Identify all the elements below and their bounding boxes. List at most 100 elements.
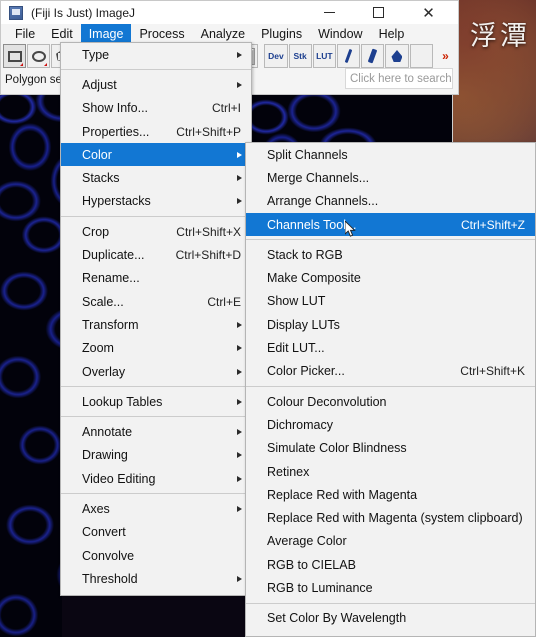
submenu-arrow-icon: [237, 151, 242, 158]
image-menu-item-crop[interactable]: Crop Ctrl+Shift+X: [61, 220, 251, 243]
menu-item-label: Convert: [82, 525, 126, 540]
menu-item-shortcut: Ctrl+Shift+X: [176, 224, 241, 239]
more-tools-icon[interactable]: »: [434, 44, 457, 68]
color-submenu-item-display-luts[interactable]: Display LUTs: [246, 313, 535, 336]
image-menu-item-lookup-tables[interactable]: Lookup Tables: [61, 390, 251, 413]
color-submenu-item-channels-tool[interactable]: Channels Tool... Ctrl+Shift+Z: [246, 212, 535, 237]
lut-tool[interactable]: LUT: [312, 44, 336, 68]
dev-tool[interactable]: Dev: [264, 44, 288, 68]
rectangle-tool[interactable]: [3, 44, 27, 68]
image-menu-item-annotate[interactable]: Annotate: [61, 420, 251, 443]
maximize-button[interactable]: [357, 1, 400, 24]
menu-item-label: Replace Red with Magenta (system clipboa…: [267, 511, 523, 526]
menu-item-shortcut: Ctrl+Shift+P: [176, 124, 241, 139]
color-submenu-item-stack-to-rgb[interactable]: Stack to RGB: [246, 243, 535, 266]
image-menu-item-transform[interactable]: Transform: [61, 313, 251, 336]
menubar-item-help[interactable]: Help: [371, 24, 413, 43]
image-menu-item-stacks[interactable]: Stacks: [61, 166, 251, 189]
image-menu-item-color[interactable]: Color: [61, 143, 251, 167]
image-menu-separator: [61, 216, 251, 218]
menubar-item-image[interactable]: Image: [80, 24, 132, 43]
image-menu-item-type[interactable]: Type: [61, 43, 251, 66]
menu-item-label: Transform: [82, 317, 139, 332]
oval-tool[interactable]: [27, 44, 51, 68]
color-submenu-item-set-color-by-wavelength[interactable]: Set Color By Wavelength: [246, 607, 535, 630]
color-submenu-item-retinex[interactable]: Retinex: [246, 460, 535, 483]
color-submenu-item-merge-channels[interactable]: Merge Channels...: [246, 166, 535, 189]
image-menu-item-video-editing[interactable]: Video Editing: [61, 467, 251, 490]
color-submenu-separator: [246, 385, 535, 387]
submenu-arrow-icon: [237, 475, 242, 482]
image-menu-item-overlay[interactable]: Overlay: [61, 360, 251, 383]
color-submenu-item-replace-red-with-magenta[interactable]: Replace Red with Magenta: [246, 483, 535, 506]
search-placeholder: Click here to search: [350, 72, 452, 85]
menubar-item-plugins[interactable]: Plugins: [253, 24, 310, 43]
menu-item-label: Overlay: [82, 364, 126, 379]
search-input[interactable]: Click here to search: [345, 68, 453, 89]
color-submenu-item-simulate-color-blindness[interactable]: Simulate Color Blindness: [246, 437, 535, 460]
menubar-item-edit[interactable]: Edit: [43, 24, 81, 43]
image-menu-item-zoom[interactable]: Zoom: [61, 337, 251, 360]
image-menu-item-rename[interactable]: Rename...: [61, 267, 251, 290]
color-submenu-item-dichromacy[interactable]: Dichromacy: [246, 413, 535, 436]
menu-item-label: Annotate: [82, 425, 133, 440]
menu-item-label: Simulate Color Blindness: [267, 441, 407, 456]
submenu-arrow-icon: [237, 368, 242, 375]
menu-item-label: Properties...: [82, 124, 150, 139]
image-menu-item-scale[interactable]: Scale... Ctrl+E: [61, 290, 251, 313]
color-submenu-separator: [246, 239, 535, 241]
image-menu-item-show-info[interactable]: Show Info... Ctrl+I: [61, 97, 251, 120]
color-submenu: Split Channels Merge Channels... Arrange C…: [245, 142, 536, 637]
menubar-item-process[interactable]: Process: [131, 24, 192, 43]
menu-item-shortcut: Ctrl+E: [207, 294, 241, 309]
image-menu-item-convolve[interactable]: Convolve: [61, 544, 251, 567]
image-menu-item-axes[interactable]: Axes: [61, 497, 251, 520]
wallpaper-title-text: 浮潭: [470, 21, 530, 52]
color-submenu-item-rgb-to-cielab[interactable]: RGB to CIELAB: [246, 553, 535, 576]
menu-item-shortcut: Ctrl+Shift+K: [460, 364, 525, 379]
submenu-arrow-icon: [237, 398, 242, 405]
color-submenu-item-replace-red-with-magenta-system-clipboard[interactable]: Replace Red with Magenta (system clipboa…: [246, 506, 535, 529]
image-menu-separator: [61, 493, 251, 495]
cell-image-window-top[interactable]: [251, 95, 453, 149]
image-menu-item-threshold[interactable]: Threshold: [61, 567, 251, 590]
menu-item-label: Scale...: [82, 294, 124, 309]
image-menu-item-duplicate[interactable]: Duplicate... Ctrl+Shift+D: [61, 243, 251, 266]
menu-item-label: Make Composite: [267, 271, 361, 286]
brush-tool[interactable]: [361, 44, 385, 68]
menubar-item-file[interactable]: File: [7, 24, 43, 43]
color-submenu-item-make-composite[interactable]: Make Composite: [246, 266, 535, 289]
fill-tool[interactable]: [385, 44, 409, 68]
image-menu-item-hyperstacks[interactable]: Hyperstacks: [61, 190, 251, 213]
image-menu-separator: [61, 416, 251, 418]
color-submenu-item-average-color[interactable]: Average Color: [246, 530, 535, 553]
color-submenu-item-rgb-to-luminance[interactable]: RGB to Luminance: [246, 576, 535, 599]
menubar-item-window[interactable]: Window: [310, 24, 370, 43]
menu-item-label: RGB to CIELAB: [267, 557, 356, 572]
close-button[interactable]: ✕: [407, 1, 450, 24]
menu-item-label: Axes: [82, 501, 110, 516]
menu-item-label: Show LUT: [267, 294, 326, 309]
minimize-button[interactable]: [308, 1, 351, 24]
color-submenu-item-colour-deconvolution[interactable]: Colour Deconvolution: [246, 390, 535, 413]
stk-tool[interactable]: Stk: [288, 44, 312, 68]
color-submenu-item-color-picker[interactable]: Color Picker... Ctrl+Shift+K: [246, 360, 535, 383]
color-submenu-item-show-lut[interactable]: Show LUT: [246, 290, 535, 313]
image-menu-item-adjust[interactable]: Adjust: [61, 73, 251, 96]
image-menu-item-convert[interactable]: Convert: [61, 521, 251, 544]
color-submenu-item-arrange-channels[interactable]: Arrange Channels...: [246, 190, 535, 213]
image-menu-item-drawing[interactable]: Drawing: [61, 444, 251, 467]
color-submenu-item-split-channels[interactable]: Split Channels: [246, 143, 535, 166]
title-bar[interactable]: (Fiji Is Just) ImageJ ✕: [1, 1, 458, 24]
cell-image-window-left[interactable]: [0, 85, 62, 637]
submenu-arrow-icon: [237, 51, 242, 58]
menu-item-label: Color: [82, 147, 112, 162]
menubar-item-analyze[interactable]: Analyze: [193, 24, 253, 43]
empty-tool[interactable]: [409, 44, 433, 68]
submenu-arrow-icon: [237, 175, 242, 182]
image-menu-item-properties[interactable]: Properties... Ctrl+Shift+P: [61, 120, 251, 143]
menu-item-label: Drawing: [82, 448, 128, 463]
color-submenu-item-edit-lut[interactable]: Edit LUT...: [246, 336, 535, 359]
pencil-tool[interactable]: [336, 44, 361, 68]
menu-item-label: Crop: [82, 224, 110, 239]
